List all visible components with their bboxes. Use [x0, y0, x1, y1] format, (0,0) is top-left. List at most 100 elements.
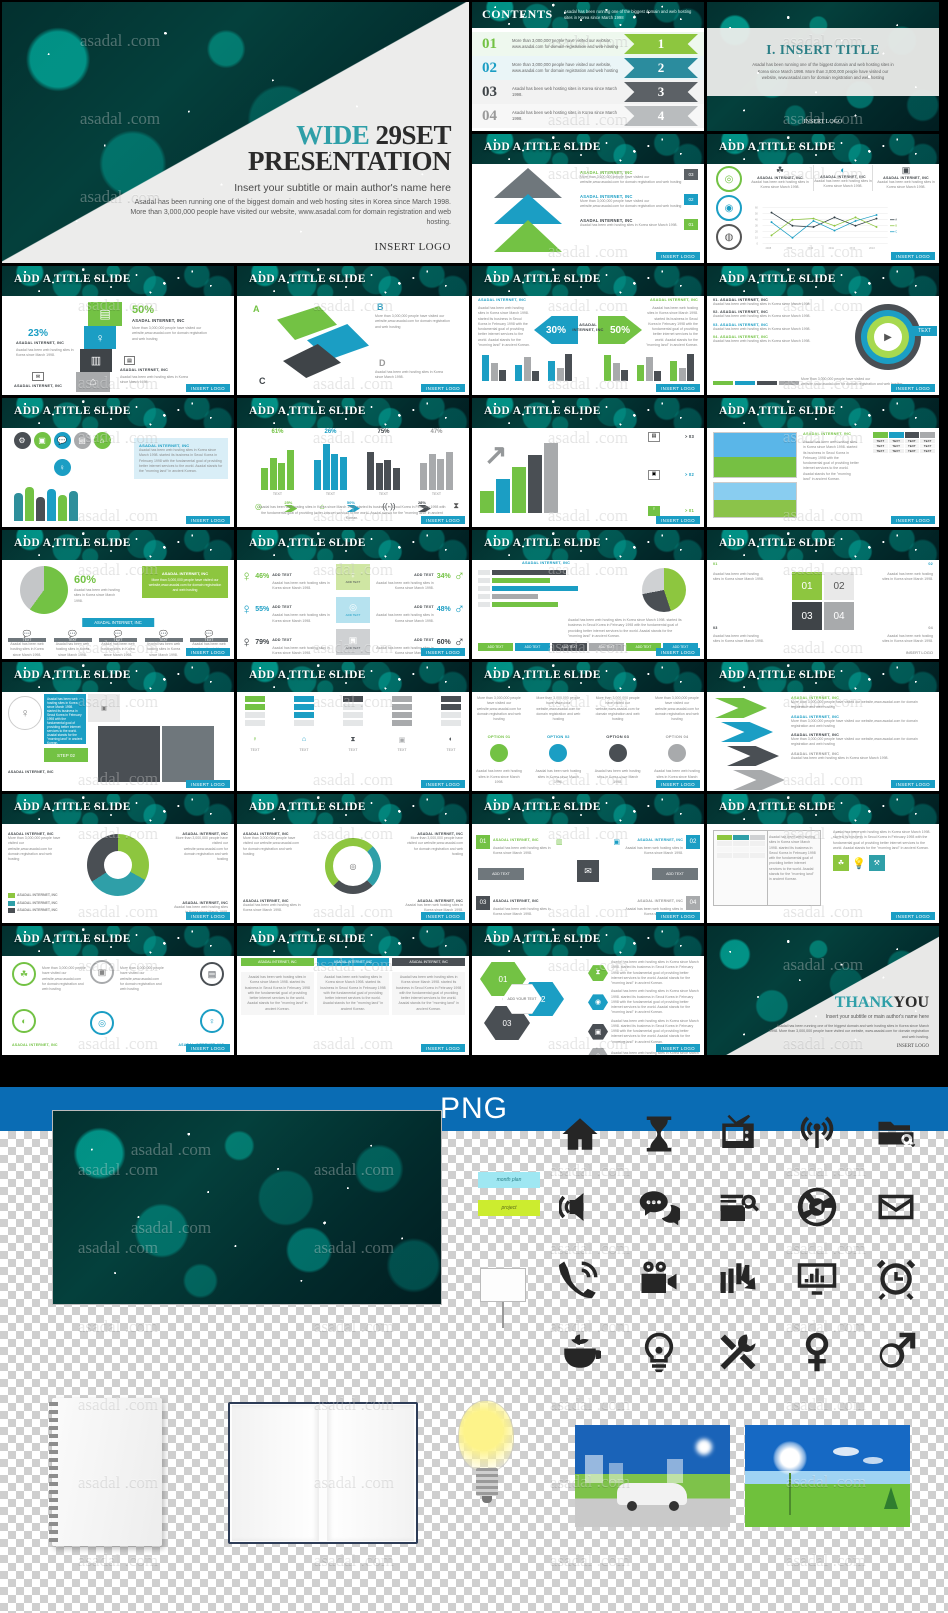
add-text-button[interactable]: ADD TEXT	[652, 868, 698, 880]
numbered-box-02[interactable]: ▣ ASADAL INTERNET, INC Asadal has been we…	[613, 828, 700, 857]
slide-chevron-list[interactable]: ADD A TITLE SLIDE ASADAL INTERNET, INC Mo…	[707, 662, 939, 791]
dandelion-meadow-photo[interactable]	[745, 1425, 910, 1527]
thankyou-b: YOU	[893, 994, 929, 1011]
contents-row[interactable]: 03 Asadal has been web hosting sites in …	[472, 80, 704, 104]
slide-two-arrows-compare[interactable]: ADD A TITLE SLIDE ASADAL INTERNET, INC A…	[472, 266, 704, 395]
gender-row[interactable]: ♀ 55% ADD TEXT Asadal has been web hostin…	[241, 595, 465, 625]
slide-hands-network[interactable]: ADD A TITLE SLIDE ⚙ ▣ 💬 ▤ ⌂ ♀ ASADAL INT…	[2, 398, 234, 527]
slide-concentric-donut[interactable]: ADD A TITLE SLIDE 01. ASADAL INTERNET, I…	[707, 266, 939, 395]
svg-text:2008: 2008	[766, 246, 772, 250]
table-cell: TEXT	[904, 444, 920, 448]
contents-row[interactable]: 04 Asadal has been web hosting sites in …	[472, 104, 704, 128]
slide-bar-chart[interactable]: ADD A TITLE SLIDE 61% 26% 75% 47% TEXT T…	[237, 398, 469, 527]
tag-project[interactable]: project	[478, 1200, 540, 1216]
folder-search-icon[interactable]	[875, 1113, 917, 1155]
item-text: Asadal has been web hosting sites in Kor…	[625, 846, 683, 856]
column-text: Asadal has been web hosting sites in Kor…	[316, 972, 390, 1015]
hands-illustration	[14, 487, 78, 521]
speaker-icon[interactable]	[558, 1186, 601, 1228]
slide-triangle-arrows[interactable]: ADD A TITLE SLIDE ASADAL INTERNET, INC M…	[472, 134, 704, 263]
column-header: ASADAL INTERNET, INC	[392, 958, 466, 966]
male-symbol-icon[interactable]	[875, 1331, 917, 1373]
slide-options-row[interactable]: ADD A TITLE SLIDE More than 3,000,000 pe…	[472, 662, 704, 791]
glowing-lightbulb-image[interactable]	[452, 1400, 522, 1520]
lightbulb-icon[interactable]	[638, 1331, 680, 1373]
play-circle-icon[interactable]	[796, 1186, 838, 1228]
slide-abcd-zigzag[interactable]: ADD A TITLE SLIDE A B C D More than 3,00…	[237, 266, 469, 395]
slide-vertical-pills[interactable]: ADD A TITLE SLIDE ♀ ⌂ ⧗ ▣ ◐ TEXT TEXT TE…	[237, 662, 469, 791]
slide-numbered-boxes[interactable]: ADD A TITLE SLIDE 01 ASADAL INTERNET, IN…	[472, 794, 704, 923]
browser-search-icon[interactable]	[717, 1186, 759, 1228]
slide-gender-compare[interactable]: ADD A TITLE SLIDE ♀ 46% ADD TEXT Asadal h…	[237, 530, 469, 659]
slide-hexagons[interactable]: ADD A TITLE SLIDE 01 02 03 ADD YOUR TEXT…	[472, 926, 704, 1055]
home-icon[interactable]	[559, 1113, 601, 1155]
antenna-icon[interactable]	[796, 1113, 838, 1155]
add-text-button[interactable]: ADD TEXT	[478, 868, 524, 880]
photo-thumbnail	[713, 482, 797, 518]
hourglass-icon[interactable]	[638, 1113, 680, 1155]
tile-3[interactable]: 03	[792, 602, 822, 630]
slide-venn-circle[interactable]: ADD A TITLE SLIDE ASADAL INTERNET, INC Mo…	[2, 794, 234, 923]
tag-month-plan[interactable]: month plan	[478, 1172, 540, 1188]
slide-book-table[interactable]: ADD A TITLE SLIDE Asadal has been web ho…	[707, 794, 939, 923]
slide-thank-you[interactable]: THANKYOU Insert your subtitle or main au…	[707, 926, 939, 1055]
tile-4[interactable]: 04	[824, 602, 854, 630]
spiral-notebook-image[interactable]	[49, 1398, 162, 1546]
legend-text: Asadal has been web hosting sites in Kor…	[713, 326, 811, 331]
envelope-icon[interactable]	[875, 1186, 917, 1228]
slide-three-columns[interactable]: ADD A TITLE SLIDE ASADAL INTERNET, INC A…	[237, 926, 469, 1055]
slide-stacked-cubes[interactable]: ADD A TITLE SLIDE ▤ ♀ ▥ ⌂ 50% ASADAL INT…	[2, 266, 234, 395]
slide-growth-arrow[interactable]: ADD A TITLE SLIDE ↗ > 03 ▤ > 02 ▣ > 01 ♀…	[472, 398, 704, 527]
slide-node-map[interactable]: ADD A TITLE SLIDE ☘ ▣ ▤ ◐ ◎ ♀ More than …	[2, 926, 234, 1055]
female-symbol-icon[interactable]	[796, 1331, 838, 1373]
tools-icon[interactable]	[717, 1331, 759, 1373]
slide-step-ribbon[interactable]: ADD A TITLE SLIDE ♀ Asadal has been web …	[2, 662, 234, 791]
alarm-clock-icon[interactable]	[875, 1258, 917, 1301]
car-city-photo[interactable]	[575, 1425, 730, 1527]
insert-logo-badge: INSERT LOGO	[656, 780, 700, 788]
box-number: 04	[686, 895, 700, 910]
slide-pie-60[interactable]: ADD A TITLE SLIDE 60% Asadal has been we…	[2, 530, 234, 659]
camera-icon: ▣	[648, 470, 660, 480]
chat-bubbles-icon[interactable]	[638, 1186, 680, 1228]
svg-text:2010: 2010	[808, 246, 814, 250]
insert-logo-badge: INSERT LOGO	[656, 648, 700, 656]
open-book-image[interactable]	[228, 1402, 418, 1544]
slide-line-chart[interactable]: ADD A TITLE SLIDE ◎ ◉ ◍ ☘ ASADAL INTERNE…	[707, 134, 939, 263]
slide-body: More than 3,000,000 people have visited …	[472, 692, 704, 791]
presentation-easel-image[interactable]	[480, 1268, 538, 1330]
svg-text:2012: 2012	[850, 246, 856, 250]
gear-icon: ⚙	[13, 432, 31, 449]
slide-title-cover[interactable]: WIDE 29SET PRESENTATION Insert your subt…	[2, 2, 469, 263]
slide-photo-table[interactable]: ADD A TITLE SLIDE ASADAL INTERNET, INC A…	[707, 398, 939, 527]
tile-1[interactable]: 01	[792, 572, 822, 600]
gender-row[interactable]: ♀ 46% ADD TEXT Asadal has been web hostin…	[241, 562, 465, 592]
slide-contents[interactable]: CONTENTS Asadal has been running one of …	[472, 2, 704, 131]
contents-row[interactable]: 01 More than 3,000,000 people have visit…	[472, 32, 704, 56]
slide-quadrant-grid[interactable]: ADD A TITLE SLIDE 01 02 01 02 03 04 Asad…	[707, 530, 939, 659]
item-text: Asadal has been web hosting sites in Kor…	[833, 830, 931, 850]
phone-ring-icon[interactable]	[558, 1258, 601, 1300]
numbered-box-03[interactable]: 03 ASADAL INTERNET, INC Asadal has been w…	[476, 889, 553, 918]
slide-header-title: ADD A TITLE SLIDE	[484, 405, 601, 417]
monitor-chart-icon[interactable]	[796, 1258, 838, 1300]
slide-hbar-pie[interactable]: ADD A TITLE SLIDE ASADAL INTERNET, INC A…	[472, 530, 704, 659]
bar-chart-down-icon[interactable]	[717, 1258, 759, 1300]
contents-rows: 01 More than 3,000,000 people have visit…	[472, 29, 704, 131]
tv-icon[interactable]	[717, 1113, 759, 1155]
slide-header-title: ADD A TITLE SLIDE	[249, 537, 366, 549]
plant-cup-icon[interactable]	[559, 1331, 601, 1373]
contents-row[interactable]: 02 More than 3,000,000 people have visit…	[472, 56, 704, 80]
row-text: Asadal has been web hosting sites in Kor…	[272, 645, 330, 656]
quadrant-label-01: 01	[713, 562, 718, 566]
slide-section-divider[interactable]: I. INSERT TITLE Asadal has been running …	[707, 2, 939, 131]
insert-logo-badge: INSERT LOGO	[421, 648, 465, 656]
insert-logo-badge: INSERT LOGO	[656, 1044, 700, 1052]
bokeh-background-image[interactable]: asadal .com asadal .com	[52, 1110, 442, 1305]
numbered-box-01[interactable]: 01 ASADAL INTERNET, INC Asadal has been w…	[476, 828, 563, 857]
slide-ring-diagram[interactable]: ADD A TITLE SLIDE ◎ ASADAL INTERNET, INC…	[237, 794, 469, 923]
video-camera-icon[interactable]	[638, 1258, 680, 1300]
slide-header-title: ADD A TITLE SLIDE	[484, 273, 601, 285]
tile-2[interactable]: 02	[824, 572, 854, 600]
item-caption: ASADAL INTERNET, INC	[120, 368, 169, 372]
